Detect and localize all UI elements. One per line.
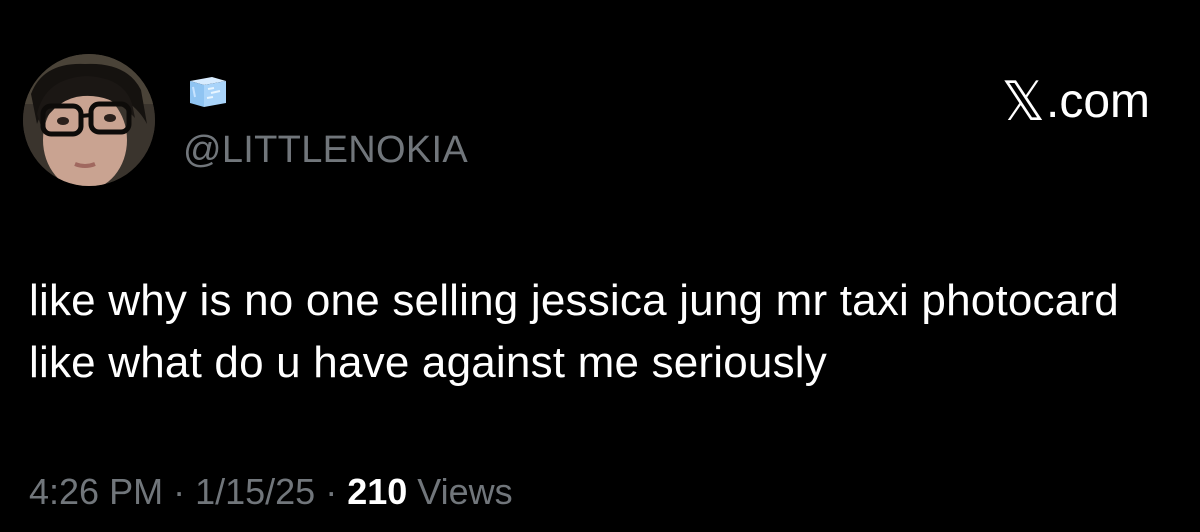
meta-separator: · <box>163 471 196 512</box>
ice-cube-icon <box>184 73 232 109</box>
post-text: like why is no one selling jessica jung … <box>29 276 1119 387</box>
post-time[interactable]: 4:26 PM <box>29 471 163 512</box>
meta-separator: · <box>315 471 348 512</box>
x-brand-logo: 𝕏 .com <box>1001 74 1150 130</box>
brand-domain: .com <box>1045 75 1150 128</box>
x-logo-icon: 𝕏 <box>1001 70 1045 133</box>
tweet-card: @LITTLENOKIA 𝕏 .com like why is no one s… <box>0 0 1200 532</box>
avatar-photo <box>23 54 155 186</box>
post-meta: 4:26 PM · 1/15/25 · 210 Views <box>29 470 513 514</box>
views-count: 210 <box>347 471 408 512</box>
post-date[interactable]: 1/15/25 <box>195 471 315 512</box>
author-handle[interactable]: @LITTLENOKIA <box>183 126 468 174</box>
avatar[interactable] <box>23 54 155 186</box>
views-label: Views <box>407 471 513 512</box>
